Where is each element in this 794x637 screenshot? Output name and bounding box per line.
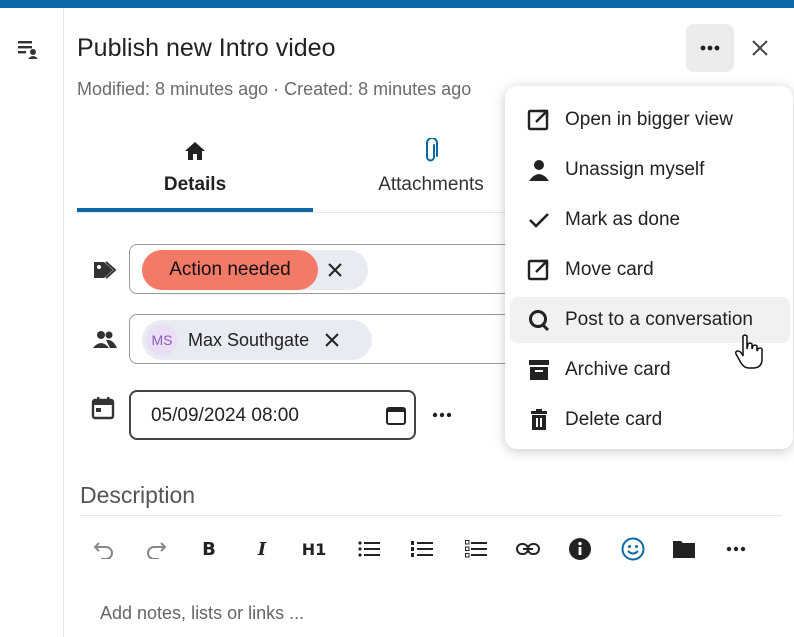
undo-button[interactable] bbox=[90, 536, 118, 562]
menu-item-label: Move card bbox=[565, 259, 654, 280]
menu-item-move-card[interactable]: Move card bbox=[510, 247, 790, 293]
more-icon bbox=[700, 45, 720, 51]
folder-icon bbox=[673, 541, 695, 558]
side-rail bbox=[0, 8, 64, 637]
card-title[interactable]: Publish new Intro video bbox=[77, 34, 335, 63]
card-actions-menu: Open in bigger view Unassign myself Mark… bbox=[505, 86, 793, 449]
heading-label: H1 bbox=[301, 539, 327, 559]
menu-item-label: Unassign myself bbox=[565, 159, 705, 180]
link-icon bbox=[516, 543, 540, 555]
check-icon bbox=[529, 213, 549, 228]
bullet-list-button[interactable] bbox=[355, 536, 383, 562]
checklist-button[interactable] bbox=[462, 536, 490, 562]
menu-item-label: Post to a conversation bbox=[565, 309, 753, 330]
remove-tag-button[interactable] bbox=[318, 253, 352, 287]
external-link-icon bbox=[527, 109, 549, 131]
menu-item-delete-card[interactable]: Delete card bbox=[510, 397, 790, 443]
folder-button[interactable] bbox=[670, 536, 698, 562]
remove-assignee-button[interactable] bbox=[315, 323, 349, 357]
activity-list-icon[interactable] bbox=[16, 38, 40, 62]
link-button[interactable] bbox=[514, 536, 542, 562]
close-icon bbox=[328, 263, 342, 277]
due-date-value: 05/09/2024 08:00 bbox=[151, 405, 299, 426]
people-icon bbox=[93, 331, 117, 348]
emoji-button[interactable] bbox=[619, 536, 647, 562]
more-icon bbox=[726, 546, 746, 552]
close-icon bbox=[325, 333, 339, 347]
italic-label: I bbox=[257, 538, 267, 560]
info-icon bbox=[569, 538, 591, 560]
trash-icon bbox=[531, 409, 547, 430]
assignee-chip: MS Max Southgate bbox=[142, 320, 372, 360]
menu-item-mark-as-done[interactable]: Mark as done bbox=[510, 197, 790, 243]
menu-item-open-bigger-view[interactable]: Open in bigger view bbox=[510, 97, 790, 143]
tag-chip-label: Action needed bbox=[142, 250, 318, 290]
home-icon bbox=[185, 142, 205, 160]
bold-label: B bbox=[202, 538, 216, 560]
redo-icon bbox=[147, 542, 167, 559]
menu-item-label: Mark as done bbox=[565, 209, 681, 230]
close-icon bbox=[752, 40, 768, 56]
more-formatting-button[interactable] bbox=[722, 536, 750, 562]
due-date-input[interactable]: 05/09/2024 08:00 bbox=[129, 390, 416, 440]
numbered-list-icon bbox=[411, 541, 433, 557]
tags-field[interactable]: Action needed bbox=[129, 244, 529, 294]
tag-chip: Action needed bbox=[142, 250, 368, 290]
calendar-picker-icon[interactable] bbox=[385, 405, 407, 425]
numbered-list-button[interactable] bbox=[408, 536, 436, 562]
menu-item-label: Delete card bbox=[565, 409, 663, 430]
undo-icon bbox=[93, 542, 113, 559]
italic-button[interactable]: I bbox=[248, 536, 276, 562]
assignee-name: Max Southgate bbox=[188, 329, 310, 350]
menu-item-unassign-myself[interactable]: Unassign myself bbox=[510, 147, 790, 193]
description-editor[interactable]: Add notes, lists or links ... bbox=[100, 603, 304, 624]
avatar: MS bbox=[146, 324, 178, 356]
bold-button[interactable]: B bbox=[195, 536, 223, 562]
assignees-field[interactable]: MS Max Southgate bbox=[129, 314, 529, 364]
calendar-icon bbox=[91, 397, 115, 420]
checklist-icon bbox=[465, 540, 487, 558]
tag-icon bbox=[94, 261, 117, 279]
close-button[interactable] bbox=[738, 28, 782, 68]
card-meta: Modified: 8 minutes ago · Created: 8 min… bbox=[77, 79, 472, 99]
menu-item-label: Archive card bbox=[565, 359, 671, 380]
paperclip-icon bbox=[426, 138, 438, 162]
hand-pointer-icon bbox=[735, 334, 763, 369]
bullet-list-icon bbox=[358, 541, 380, 557]
emoji-icon bbox=[621, 537, 645, 561]
card-actions-button[interactable] bbox=[686, 24, 734, 72]
external-link-icon bbox=[527, 259, 549, 281]
top-accent-bar bbox=[0, 0, 794, 8]
tab-details[interactable]: Details bbox=[77, 138, 313, 212]
menu-item-label: Open in bigger view bbox=[565, 109, 733, 130]
info-button[interactable] bbox=[566, 536, 594, 562]
redo-button[interactable] bbox=[142, 536, 170, 562]
heading-button[interactable]: H1 bbox=[300, 536, 328, 562]
more-icon[interactable] bbox=[428, 405, 456, 425]
person-icon bbox=[529, 160, 549, 181]
description-heading: Description bbox=[80, 482, 196, 508]
description-divider bbox=[80, 515, 782, 516]
talk-icon bbox=[529, 310, 550, 331]
archive-icon bbox=[529, 360, 549, 380]
tab-details-label: Details bbox=[163, 174, 227, 195]
